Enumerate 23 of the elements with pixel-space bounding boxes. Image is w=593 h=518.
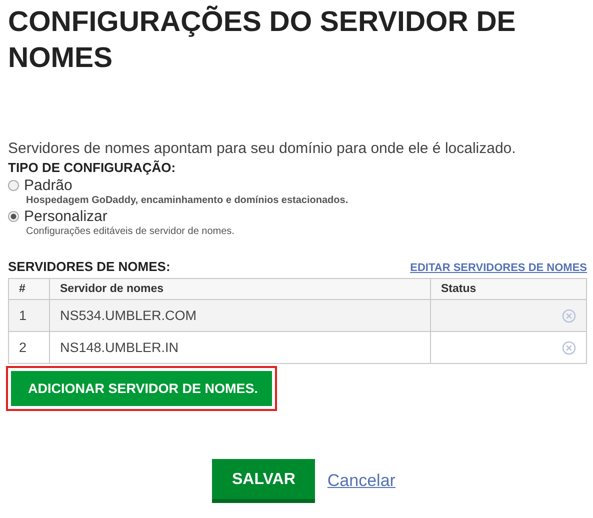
column-header: Servidor de nomes (50, 278, 430, 300)
option-label: Personalizar (24, 208, 108, 225)
radio-button[interactable] (8, 211, 19, 222)
remove-icon[interactable] (562, 309, 576, 324)
table-cell: 2 (19, 340, 27, 355)
column-header: # (8, 278, 50, 300)
section-label: TIPO DE CONFIGURAÇÃO: (8, 160, 177, 175)
intro-text: Servidores de nomes apontam para seu domínio para onde ele é localizado. (8, 140, 517, 157)
cancel-link[interactable]: Cancelar (327, 471, 396, 491)
add-button[interactable]: ADICIONAR SERVIDOR DE NOMES. (11, 371, 272, 406)
option-description: Configurações editáveis de servidor de nomes. (26, 226, 236, 237)
section-label: SERVIDORES DE NOMES: (8, 259, 170, 274)
remove-icon[interactable] (562, 341, 576, 356)
option-description: Hospedagem GoDaddy, encaminhamento e domínios estacionados. (26, 195, 350, 206)
radio-button[interactable] (8, 180, 19, 191)
edit-link[interactable]: EDITAR SERVIDORES DE NOMES (410, 262, 587, 274)
table-cell: NS148.UMBLER.IN (60, 340, 179, 355)
table-cell: 1 (19, 308, 27, 323)
save-button[interactable]: SALVAR (212, 459, 316, 503)
option-label: Padrão (24, 177, 72, 194)
page-title: CONFIGURAÇÕES DO SERVIDOR DE NOMES (8, 4, 517, 76)
column-header: Status (430, 278, 586, 300)
table-cell: NS534.UMBLER.COM (60, 308, 197, 323)
